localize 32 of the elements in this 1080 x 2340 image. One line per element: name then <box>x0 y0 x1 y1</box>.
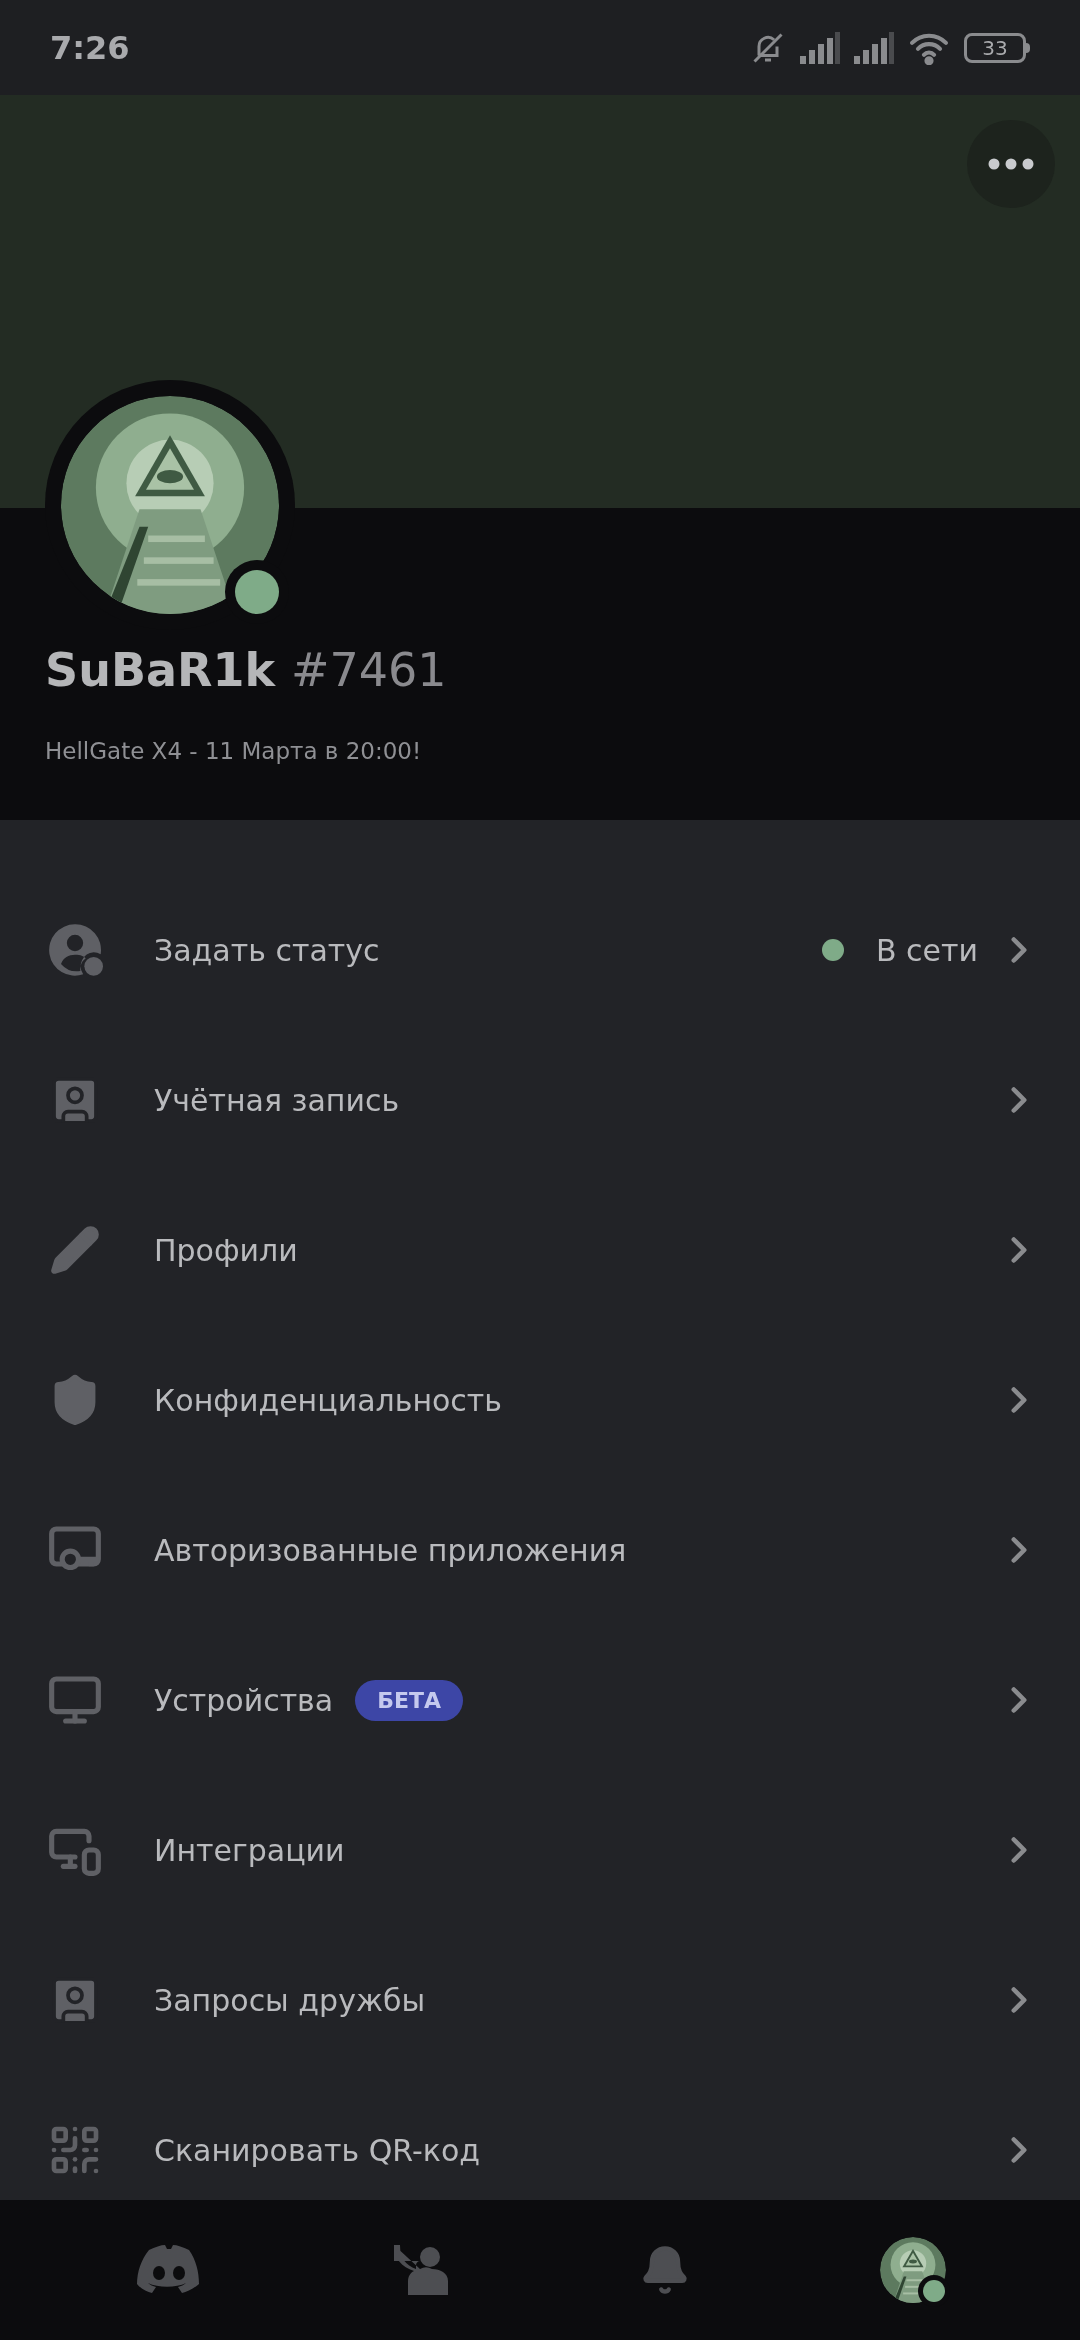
item-label: Профили <box>154 1231 298 1270</box>
item-label: Авторизованные приложения <box>154 1531 627 1570</box>
friends-icon[interactable] <box>391 2245 450 2295</box>
settings-item[interactable]: Авторизованные приложения <box>0 1475 1080 1625</box>
battery-indicator: 33 <box>964 32 1030 63</box>
clock: 7:26 <box>50 27 130 69</box>
item-label: Задать статус <box>154 931 380 970</box>
settings-item[interactable]: Конфиденциальность <box>0 1325 1080 1475</box>
profile-tab[interactable] <box>879 2237 946 2303</box>
person-status-icon <box>47 922 103 978</box>
more-icon <box>988 158 1034 170</box>
item-label: Сканировать QR-код <box>154 2131 480 2170</box>
settings-item[interactable]: Профили <box>0 1175 1080 1325</box>
discriminator: #7461 <box>291 642 447 699</box>
item-label: Устройства <box>154 1681 334 1720</box>
settings-item[interactable]: Устройства БЕТА <box>0 1625 1080 1775</box>
bio-text: HellGate X4 - 11 Марта в 20:00! <box>45 736 423 766</box>
status-text: В сети <box>875 931 978 970</box>
pencil-icon <box>49 1224 101 1276</box>
item-label: Интеграции <box>154 1831 345 1870</box>
settings-item[interactable]: Запросы дружбы <box>0 1925 1080 2075</box>
item-label: Запросы дружбы <box>154 1981 426 2020</box>
settings-item[interactable]: Задать статус В сети <box>0 875 1080 1025</box>
signal-icon <box>800 31 840 64</box>
signal-icon <box>854 31 894 64</box>
settings-item[interactable]: Интеграции <box>0 1775 1080 1925</box>
settings-item[interactable]: Учётная запись <box>0 1025 1080 1175</box>
beta-badge: БЕТА <box>355 1679 464 1721</box>
item-label: Конфиденциальность <box>154 1381 502 1420</box>
settings-item[interactable]: Сканировать QR-код <box>0 2075 1080 2200</box>
item-label: Учётная запись <box>154 1081 400 1120</box>
username: SuBaR1k <box>45 642 275 699</box>
